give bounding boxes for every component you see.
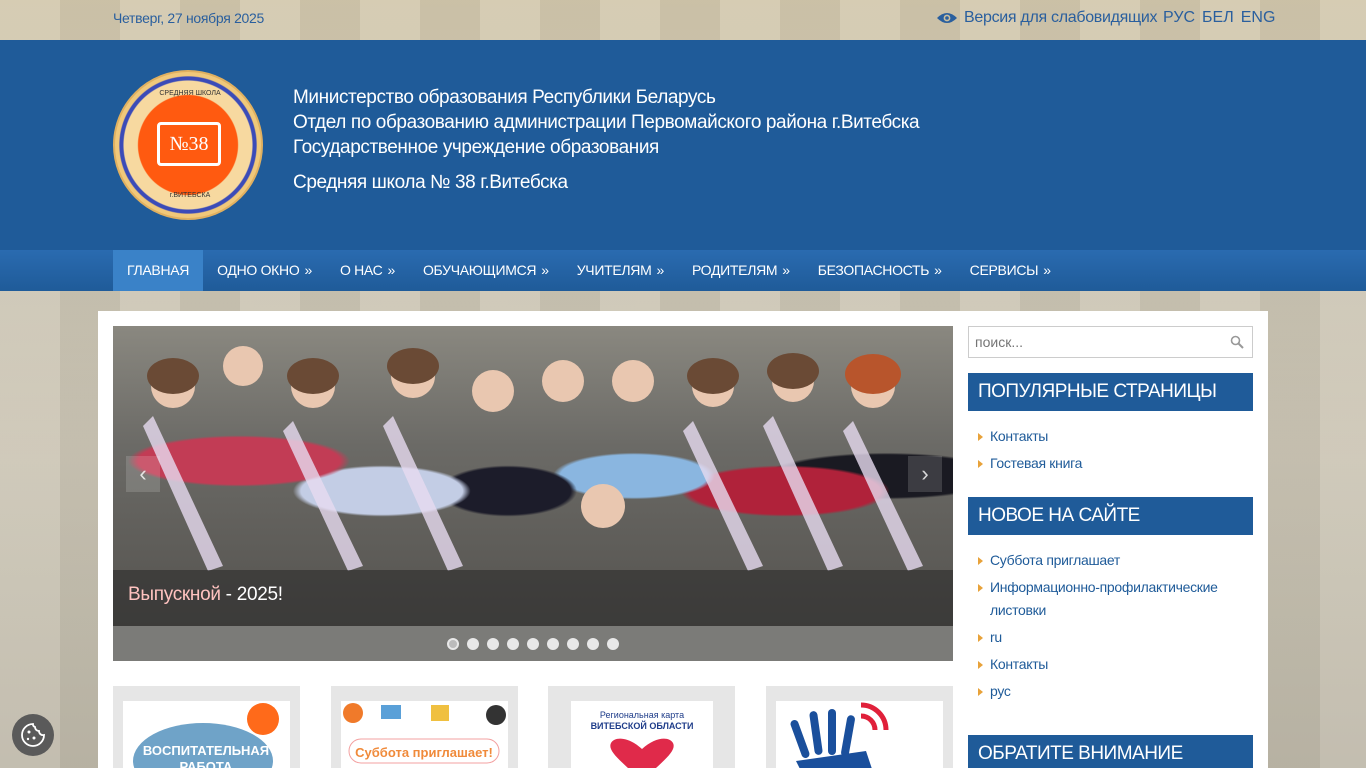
book-icon: №38 bbox=[157, 122, 221, 166]
logo-number: №38 bbox=[169, 132, 209, 155]
nav-arrow: » bbox=[541, 262, 549, 278]
banner-cards: ВОСПИТАТЕЛЬНАЯ РАБОТА Суббота приглашает… bbox=[113, 686, 953, 768]
card-title-line2: ВИТЕБСКОЙ ОБЛАСТИ bbox=[591, 720, 694, 731]
main-nav: Главная Одно окно» О нас» Обучающимся» У… bbox=[0, 250, 1366, 291]
nav-arrow: » bbox=[304, 262, 312, 278]
nav-arrow: » bbox=[782, 262, 790, 278]
nav-label: О нас bbox=[339, 262, 383, 278]
nav-arrow: » bbox=[387, 262, 395, 278]
lang-by[interactable]: БЕЛ bbox=[1202, 9, 1234, 27]
nav-label: Учителям bbox=[576, 262, 652, 278]
lang-en[interactable]: ENG bbox=[1241, 9, 1276, 27]
slider-dot[interactable] bbox=[547, 637, 559, 650]
slider-next-button[interactable]: › bbox=[908, 456, 942, 492]
upbringing-banner-image: ВОСПИТАТЕЛЬНАЯ РАБОТА bbox=[123, 701, 290, 768]
low-vision-link[interactable]: Версия для слабовидящих bbox=[936, 9, 1158, 27]
slider-dot[interactable] bbox=[587, 637, 599, 650]
slider-dot[interactable] bbox=[607, 637, 619, 650]
department-title: Отдел по образованию администрации Перво… bbox=[293, 112, 920, 133]
slide-caption[interactable]: Выпускной - 2025! bbox=[113, 570, 953, 626]
list-item[interactable]: Гостевая книга bbox=[978, 452, 1253, 475]
current-date: Четверг, 27 ноября 2025 bbox=[113, 10, 265, 26]
new-on-site-title: Новое на сайте bbox=[968, 497, 1253, 535]
chevron-right-icon: › bbox=[921, 461, 929, 486]
popular-pages-title: Популярные страницы bbox=[968, 373, 1253, 411]
ministry-title: Министерство образования Республики Бела… bbox=[293, 87, 716, 108]
nav-label: Сервисы bbox=[969, 262, 1039, 278]
sidebar: Популярные страницы Контакты Гостевая кн… bbox=[968, 326, 1253, 768]
language-switcher: РУС БЕЛ ENG bbox=[1163, 9, 1275, 27]
list-item[interactable]: ru bbox=[978, 626, 1253, 649]
nav-arrow: » bbox=[934, 262, 942, 278]
card-title-line1: ВОСПИТАТЕЛЬНАЯ bbox=[143, 743, 269, 758]
nav-label: Одно окно bbox=[217, 262, 300, 278]
saturday-banner-image: Суббота приглашает! bbox=[341, 701, 508, 768]
nav-item-one-window[interactable]: Одно окно» bbox=[203, 250, 326, 291]
slider-dot[interactable] bbox=[567, 637, 579, 650]
site-header: СРЕДНЯЯ ШКОЛА №38 г.ВИТЕБСКА Министерств… bbox=[0, 40, 1366, 250]
institution-title: Государственное учреждение образования bbox=[293, 137, 659, 158]
logo-bottom-text: г.ВИТЕБСКА bbox=[169, 192, 211, 199]
banner-card-upbringing[interactable]: ВОСПИТАТЕЛЬНАЯ РАБОТА bbox=[113, 686, 300, 768]
logo-top-text: СРЕДНЯЯ ШКОЛА bbox=[159, 90, 221, 97]
nav-label: Родителям bbox=[691, 262, 778, 278]
nav-arrow: » bbox=[656, 262, 664, 278]
school-title: Средняя школа № 38 г.Витебска bbox=[293, 172, 568, 193]
search-input[interactable] bbox=[969, 327, 1219, 357]
cookie-settings-button[interactable] bbox=[12, 714, 54, 756]
nav-item-services[interactable]: Сервисы» bbox=[956, 250, 1065, 291]
slider-dot[interactable] bbox=[447, 637, 459, 650]
low-vision-label: Версия для слабовидящих bbox=[964, 9, 1158, 26]
eye-icon bbox=[937, 13, 957, 23]
header-titles: Министерство образования Республики Бела… bbox=[293, 85, 920, 195]
hand-icon bbox=[776, 701, 943, 768]
list-item[interactable]: Контакты bbox=[978, 653, 1253, 676]
nav-item-about[interactable]: О нас» bbox=[326, 250, 409, 291]
nav-arrow: » bbox=[1043, 262, 1051, 278]
slider-prev-button[interactable]: ‹ bbox=[126, 456, 160, 492]
nav-item-students[interactable]: Обучающимся» bbox=[409, 250, 563, 291]
main-content: ‹ › Выпускной - 2025! ВОСПИТАТЕЛЬНАЯ РАБ… bbox=[98, 311, 1268, 768]
nav-item-safety[interactable]: Безопасность» bbox=[804, 250, 956, 291]
slide-caption-rest: - 2025! bbox=[220, 584, 283, 605]
slider-dot[interactable] bbox=[527, 637, 539, 650]
nav-item-teachers[interactable]: Учителям» bbox=[563, 250, 678, 291]
card-image: ВОСПИТАТЕЛЬНАЯ РАБОТА bbox=[123, 701, 290, 768]
new-on-site-list: Суббота приглашает Информационно-профила… bbox=[968, 535, 1253, 725]
slider-dots bbox=[113, 626, 953, 661]
slide-caption-highlight: Выпускной bbox=[128, 584, 221, 605]
chevron-left-icon: ‹ bbox=[139, 461, 147, 486]
search-icon[interactable] bbox=[1230, 335, 1244, 349]
nav-label: Безопасность bbox=[817, 262, 930, 278]
slider-dot[interactable] bbox=[487, 637, 499, 650]
card-image bbox=[776, 701, 943, 768]
search-box bbox=[968, 326, 1253, 358]
list-item[interactable]: Контакты bbox=[978, 425, 1253, 448]
list-item[interactable]: Суббота приглашает bbox=[978, 549, 1253, 572]
school-logo[interactable]: СРЕДНЯЯ ШКОЛА №38 г.ВИТЕБСКА bbox=[113, 70, 263, 220]
regional-map-banner-image: Региональная карта ВИТЕБСКОЙ ОБЛАСТИ bbox=[571, 701, 713, 768]
attention-title: Обратите внимание bbox=[968, 735, 1253, 768]
card-image: Региональная карта ВИТЕБСКОЙ ОБЛАСТИ bbox=[571, 701, 713, 768]
list-item[interactable]: Информационно-профилактические листовки bbox=[978, 576, 1253, 622]
slider-dot[interactable] bbox=[467, 637, 479, 650]
popular-pages-list: Контакты Гостевая книга bbox=[968, 411, 1253, 497]
card-title: Суббота приглашает! bbox=[355, 745, 493, 760]
nav-item-parents[interactable]: Родителям» bbox=[678, 250, 804, 291]
banner-card-regional-map[interactable]: Региональная карта ВИТЕБСКОЙ ОБЛАСТИ bbox=[548, 686, 735, 768]
lang-ru[interactable]: РУС bbox=[1163, 9, 1195, 27]
banner-card-saturday[interactable]: Суббота приглашает! bbox=[331, 686, 518, 768]
card-title-line1: Региональная карта bbox=[600, 710, 684, 720]
top-bar: Четверг, 27 ноября 2025 Версия для слабо… bbox=[0, 0, 1366, 40]
card-image: Суббота приглашает! bbox=[341, 701, 508, 768]
nav-item-home[interactable]: Главная bbox=[113, 250, 204, 291]
slider-dot[interactable] bbox=[507, 637, 519, 650]
cookie-icon bbox=[21, 723, 45, 747]
card-title-line2: РАБОТА bbox=[180, 759, 233, 768]
list-item[interactable]: рус bbox=[978, 680, 1253, 703]
banner-card-hand-logo[interactable] bbox=[766, 686, 953, 768]
nav-label: Обучающимся bbox=[422, 262, 537, 278]
nav-label: Главная bbox=[127, 262, 190, 278]
image-slider: ‹ › Выпускной - 2025! bbox=[113, 326, 953, 661]
